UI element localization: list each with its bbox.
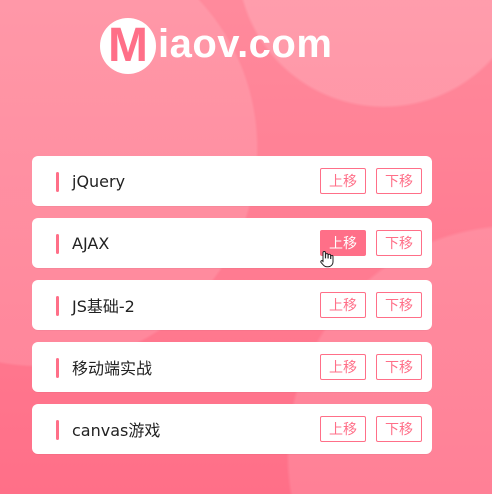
item-actions: 上移 下移 <box>320 354 422 380</box>
list-item: jQuery 上移 下移 <box>32 156 432 206</box>
move-up-button[interactable]: 上移 <box>320 292 366 318</box>
item-accent-bar <box>56 358 59 378</box>
move-down-button[interactable]: 下移 <box>376 416 422 442</box>
logo-text: iaov.com <box>158 21 333 66</box>
item-title: jQuery <box>72 171 126 191</box>
move-up-button[interactable]: 上移 <box>320 416 366 442</box>
move-down-button[interactable]: 下移 <box>376 230 422 256</box>
item-accent-bar <box>56 420 59 440</box>
item-accent-bar <box>56 296 59 316</box>
item-title: AJAX <box>72 233 110 253</box>
hand-cursor-icon <box>320 250 334 268</box>
item-title: 移动端实战 <box>72 359 153 378</box>
move-down-button[interactable]: 下移 <box>376 354 422 380</box>
move-up-button[interactable]: 上移 <box>320 168 366 194</box>
brand-logo: M iaov.com <box>100 12 380 76</box>
logo-mark: M <box>100 18 156 74</box>
item-title: canvas游戏 <box>72 421 161 440</box>
list-item: AJAX 上移 下移 <box>32 218 432 268</box>
list-item: 移动端实战 上移 下移 <box>32 342 432 392</box>
item-accent-bar <box>56 172 59 192</box>
move-up-button[interactable]: 上移 <box>320 354 366 380</box>
item-accent-bar <box>56 234 59 254</box>
item-actions: 上移 下移 <box>320 416 422 442</box>
course-list: jQuery 上移 下移 AJAX 上移 下移 JS基础-2 上移 下移 移动端… <box>32 156 432 466</box>
move-down-button[interactable]: 下移 <box>376 168 422 194</box>
move-down-button[interactable]: 下移 <box>376 292 422 318</box>
list-item: canvas游戏 上移 下移 <box>32 404 432 454</box>
item-title: JS基础-2 <box>72 297 135 316</box>
item-actions: 上移 下移 <box>320 292 422 318</box>
list-item: JS基础-2 上移 下移 <box>32 280 432 330</box>
item-actions: 上移 下移 <box>320 168 422 194</box>
